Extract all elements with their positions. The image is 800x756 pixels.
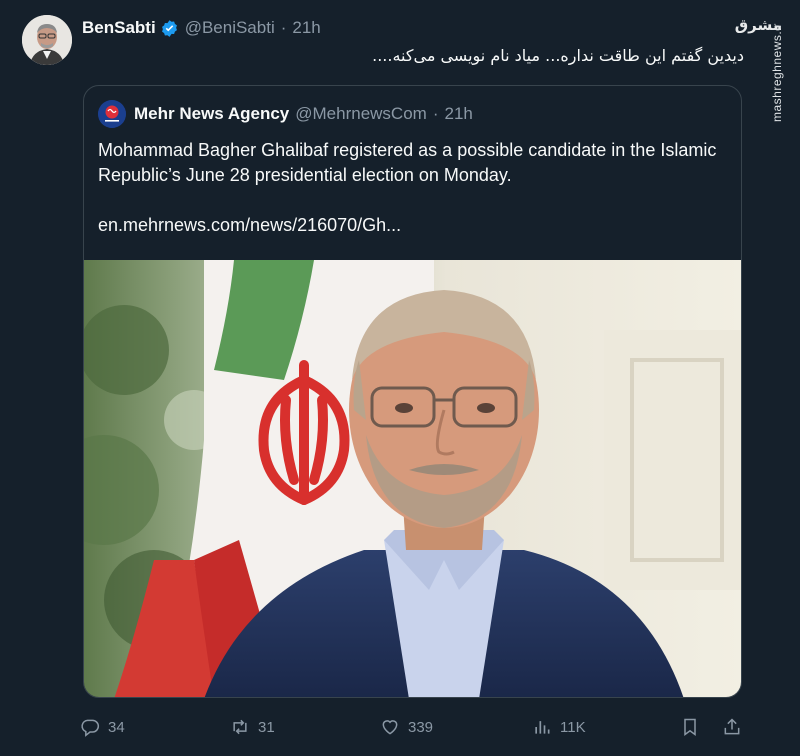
quoted-author-avatar[interactable] (98, 100, 126, 128)
watermark-url: mashreghnews.ir (770, 23, 784, 122)
separator-dot: · (280, 18, 287, 37)
reply-icon (81, 719, 100, 737)
like-count: 339 (408, 718, 434, 736)
repost-button[interactable]: 31 (230, 714, 275, 740)
quoted-author-handle[interactable]: @MehrnewsCom (295, 104, 427, 124)
repost-count: 31 (258, 718, 275, 736)
view-count: 11K (560, 718, 586, 736)
author-handle[interactable]: @BeniSabti (185, 18, 275, 38)
verified-badge-icon (160, 19, 179, 38)
analytics-icon (535, 721, 550, 734)
like-button[interactable]: 339 (380, 714, 433, 740)
reply-button[interactable]: 34 (80, 714, 125, 740)
repost-icon (233, 719, 247, 735)
tweet-actions: 34 31 339 11K (80, 714, 750, 740)
quoted-timestamp[interactable]: 21h (445, 104, 473, 124)
bookmark-button[interactable] (680, 714, 708, 740)
quoted-tweet-link[interactable]: en.mehrnews.com/news/216070/Gh... (98, 215, 401, 236)
bookmark-icon (684, 718, 696, 736)
share-icon (724, 718, 740, 735)
quoted-separator-dot: · (432, 104, 439, 123)
author-avatar[interactable] (22, 15, 72, 65)
heart-icon (382, 720, 398, 735)
tweet: BenSabti @BeniSabti · 21h دیدین گفتم این… (0, 0, 800, 756)
share-button[interactable] (722, 714, 750, 740)
reply-count: 34 (108, 718, 125, 736)
quoted-tweet-photo[interactable] (84, 260, 741, 697)
quoted-tweet-text: Mohammad Bagher Ghalibaf registered as a… (98, 140, 717, 185)
tweet-header: BenSabti @BeniSabti · 21h (82, 16, 321, 40)
quoted-author-display-name[interactable]: Mehr News Agency (134, 104, 289, 124)
author-display-name[interactable]: BenSabti (82, 18, 156, 38)
tweet-text: دیدین گفتم این طاقت نداره... میاد نام نو… (372, 46, 744, 65)
quoted-tweet[interactable]: Mehr News Agency @MehrnewsCom · 21h Moha… (83, 85, 742, 698)
tweet-timestamp[interactable]: 21h (292, 18, 320, 38)
views-button[interactable]: 11K (532, 714, 586, 740)
quoted-tweet-header: Mehr News Agency @MehrnewsCom · 21h (98, 100, 473, 128)
